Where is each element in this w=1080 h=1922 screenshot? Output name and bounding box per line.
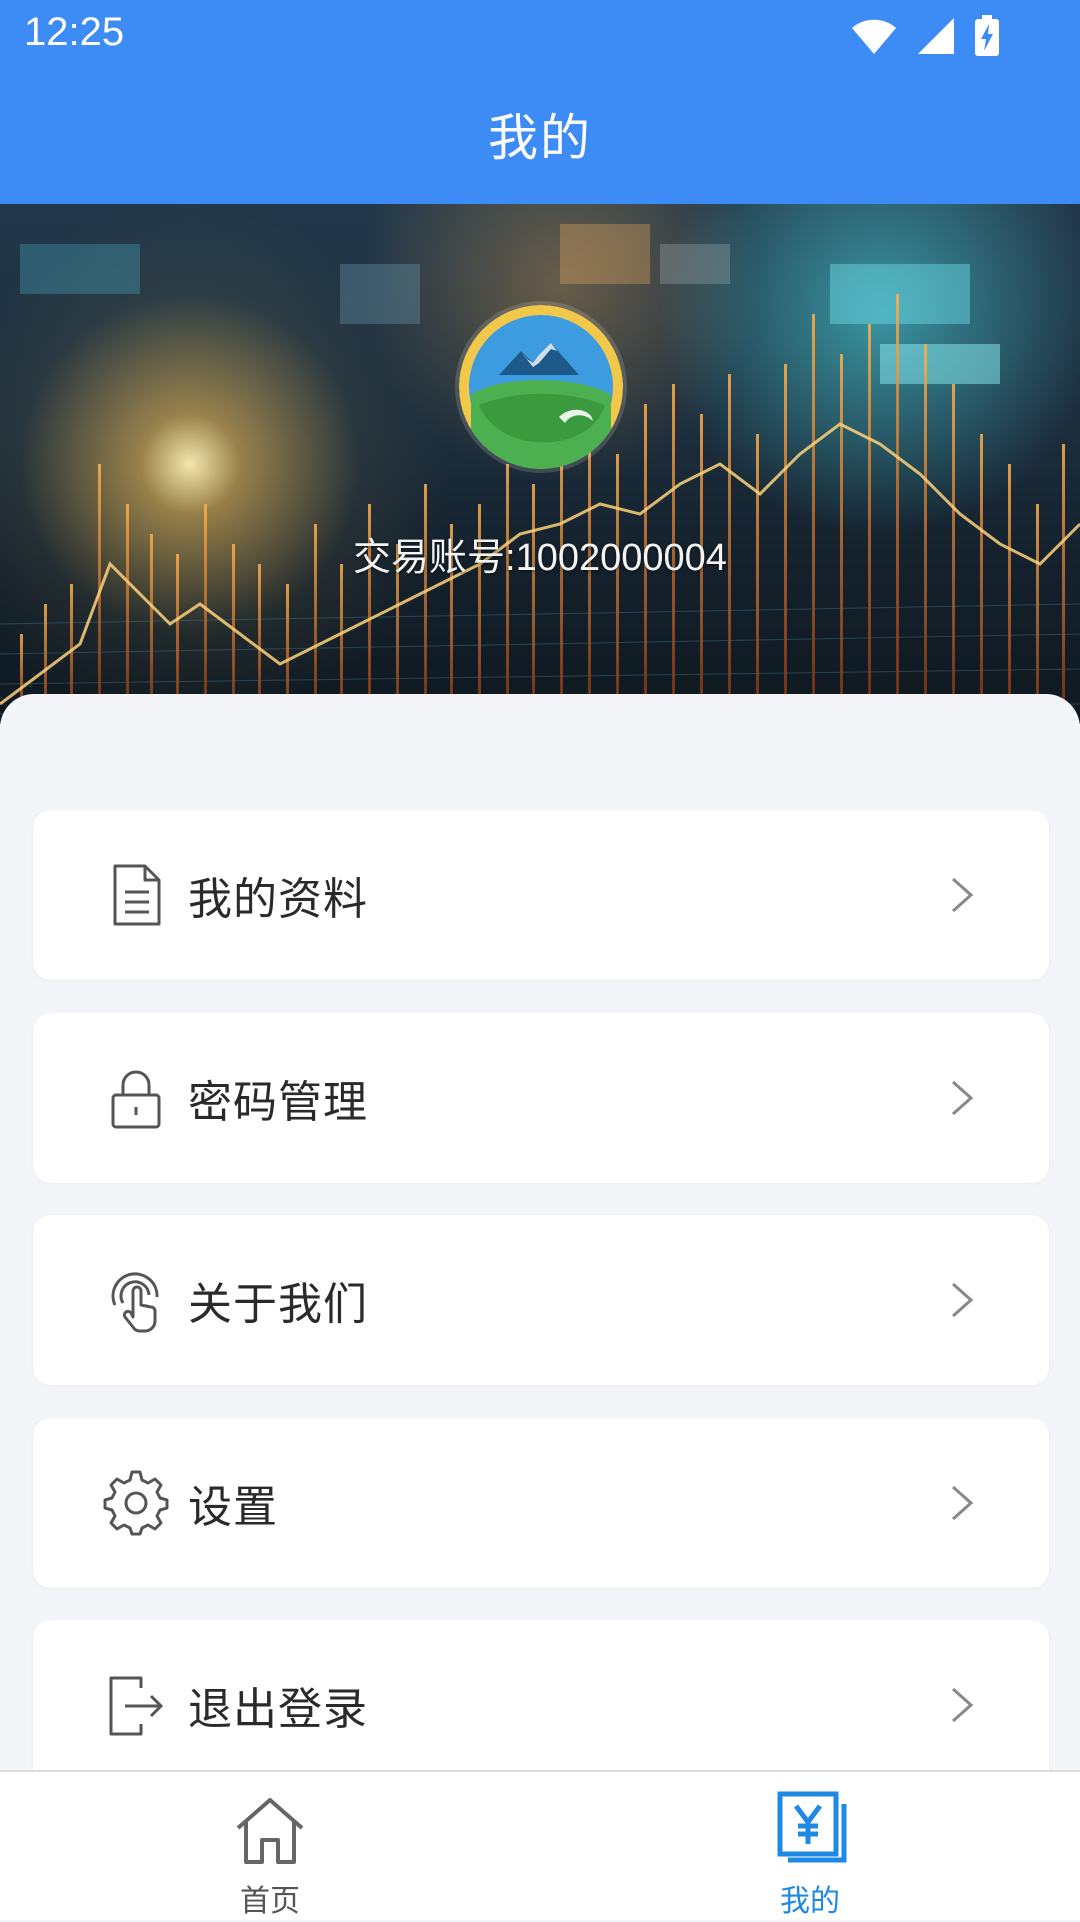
tab-mine-label: 我的 bbox=[780, 1884, 840, 1919]
chevron-right-icon bbox=[952, 877, 974, 913]
page-title: 我的 bbox=[488, 109, 592, 167]
avatar[interactable] bbox=[455, 301, 627, 473]
menu-item-label: 设置 bbox=[188, 1482, 278, 1533]
mountain-logo-image bbox=[459, 305, 623, 469]
home-icon bbox=[236, 1798, 304, 1864]
chevron-right-icon bbox=[952, 1282, 974, 1318]
document-icon bbox=[113, 864, 161, 926]
status-icons bbox=[850, 12, 1000, 60]
menu-item-label: 退出登录 bbox=[188, 1684, 368, 1735]
menu-item-label: 密码管理 bbox=[188, 1077, 368, 1128]
tab-home[interactable]: 首页 bbox=[160, 1772, 380, 1922]
profile-banner: 交易账号:1002000004 bbox=[0, 204, 1080, 724]
chevron-right-icon bbox=[952, 1080, 974, 1116]
menu-item-settings[interactable]: 设置 bbox=[33, 1418, 1049, 1588]
tab-home-label: 首页 bbox=[240, 1884, 300, 1919]
menu-item-my-profile[interactable]: 我的资料 bbox=[33, 810, 1049, 980]
logout-icon bbox=[109, 1676, 164, 1736]
lock-icon bbox=[111, 1070, 161, 1129]
wifi-icon bbox=[852, 19, 896, 54]
menu-sheet: 我的资料 密码管理 关于我们 设置 退出登录 bbox=[0, 694, 1080, 1790]
menu-item-password-management[interactable]: 密码管理 bbox=[33, 1013, 1049, 1183]
tab-mine[interactable]: 我的 bbox=[700, 1772, 920, 1922]
account-number: 交易账号:1002000004 bbox=[353, 537, 727, 579]
touch-icon bbox=[111, 1272, 159, 1333]
battery-charging-icon bbox=[975, 15, 999, 56]
top-app-bar: 12:25 我的 bbox=[0, 0, 1080, 204]
menu-item-label: 关于我们 bbox=[188, 1279, 368, 1330]
bottom-navigation: 首页 我的 bbox=[0, 1770, 1080, 1920]
chevron-right-icon bbox=[952, 1485, 974, 1521]
yuan-card-icon bbox=[777, 1791, 847, 1863]
status-time: 12:25 bbox=[24, 10, 125, 54]
menu-item-logout[interactable]: 退出登录 bbox=[33, 1620, 1049, 1790]
cellular-signal-icon bbox=[918, 18, 954, 54]
menu-item-label: 我的资料 bbox=[188, 874, 368, 925]
chevron-right-icon bbox=[952, 1687, 974, 1723]
gear-icon bbox=[103, 1470, 169, 1536]
menu-item-about-us[interactable]: 关于我们 bbox=[33, 1215, 1049, 1385]
